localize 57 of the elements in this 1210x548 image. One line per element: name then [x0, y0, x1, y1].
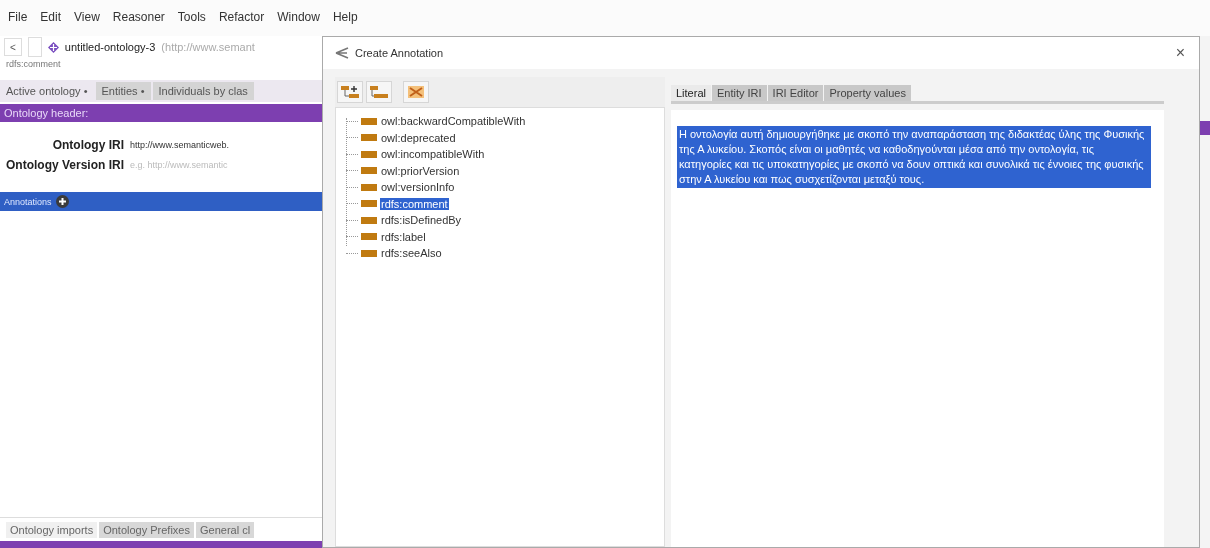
toolbar-button[interactable] [366, 81, 392, 103]
property-item[interactable]: owl:priorVersion [380, 164, 461, 177]
section-header: Ontology header: [0, 104, 322, 122]
selected-entity-label: rdfs:comment [5, 58, 62, 70]
section-header [1200, 121, 1210, 135]
property-item[interactable]: owl:backwardCompatibleWith [380, 115, 527, 128]
menu-item[interactable]: Window [277, 10, 320, 36]
app-icon [335, 47, 349, 59]
property-icon [361, 200, 377, 208]
property-item[interactable]: rdfs:comment [380, 197, 449, 210]
property-item[interactable]: rdfs:isDefinedBy [380, 214, 463, 227]
menu-item[interactable]: Reasoner [112, 10, 165, 36]
delete-icon [407, 85, 425, 99]
property-item[interactable]: rdfs:label [380, 230, 427, 243]
tab[interactable]: Entity IRI [711, 85, 767, 101]
property-icon [361, 167, 377, 175]
property-icon [361, 249, 377, 257]
literal-text: Η οντολογία αυτή δημιουργήθηκε με σκοπό την αναπαράσταση της διδακτέας ύλης της Φυσικής της Α λυκείου. Σκοπός είναι οι μαθητές να καθοδηγούνται μέσα από την οντολογία, τις κατηγορίες και τις υποκατηγορίες με σκοπό να δουν οπτικά και συνολικά τις έννοιες της φυσικής στην Α λυκείου και πως συσχετίζονται μεταξύ τους. [677, 126, 1151, 188]
tab[interactable]: Entities • [95, 82, 151, 100]
property-icon [361, 117, 377, 125]
property-icon [361, 134, 377, 142]
tab[interactable]: Ontology Prefixes [99, 522, 194, 538]
property-icon [361, 233, 377, 241]
tab[interactable]: Individuals by clas [152, 82, 254, 100]
ontology-name: untitled-ontology-3 [64, 41, 156, 53]
property-icon [361, 183, 377, 191]
menu-item[interactable]: File [8, 10, 28, 36]
property-item[interactable]: owl:incompatibleWith [380, 148, 486, 161]
menu-item[interactable]: Help [332, 10, 358, 36]
property-icon [361, 150, 377, 158]
property-icon [361, 216, 377, 224]
back-button[interactable]: < [4, 38, 22, 56]
toolbar-button[interactable] [403, 81, 429, 103]
tab[interactable]: Literal [671, 85, 711, 101]
tab[interactable]: Ontology imports [6, 522, 98, 538]
toolbar-button[interactable] [337, 81, 363, 103]
tab[interactable]: IRI Editor [767, 85, 824, 101]
menu-item[interactable]: Edit [40, 10, 62, 36]
hierarchy-icon [370, 85, 388, 99]
ontology-iri: (http://www.semant [161, 41, 255, 53]
hierarchy-icon [341, 85, 359, 99]
literal-text-area[interactable] [671, 110, 1164, 547]
menu-item[interactable]: Tools [177, 10, 206, 36]
add-icon[interactable] [55, 195, 69, 208]
field-label: Ontology IRI [51, 138, 124, 152]
dialog-title: Create Annotation [355, 47, 444, 59]
property-item[interactable]: rdfs:seeAlso [380, 247, 443, 260]
ontology-icon [47, 41, 59, 53]
menu-item[interactable]: Refactor [218, 10, 265, 36]
section-title: Annotations [4, 196, 52, 207]
tab[interactable]: General cl [196, 522, 255, 538]
close-button[interactable]: × [1171, 44, 1189, 62]
property-item[interactable]: owl:versionInfo [380, 181, 456, 194]
menu-item[interactable]: View [74, 10, 100, 36]
field-label: Ontology Version IRI [5, 158, 124, 172]
tab[interactable]: Property values [824, 85, 911, 101]
property-item[interactable]: owl:deprecated [380, 131, 457, 144]
